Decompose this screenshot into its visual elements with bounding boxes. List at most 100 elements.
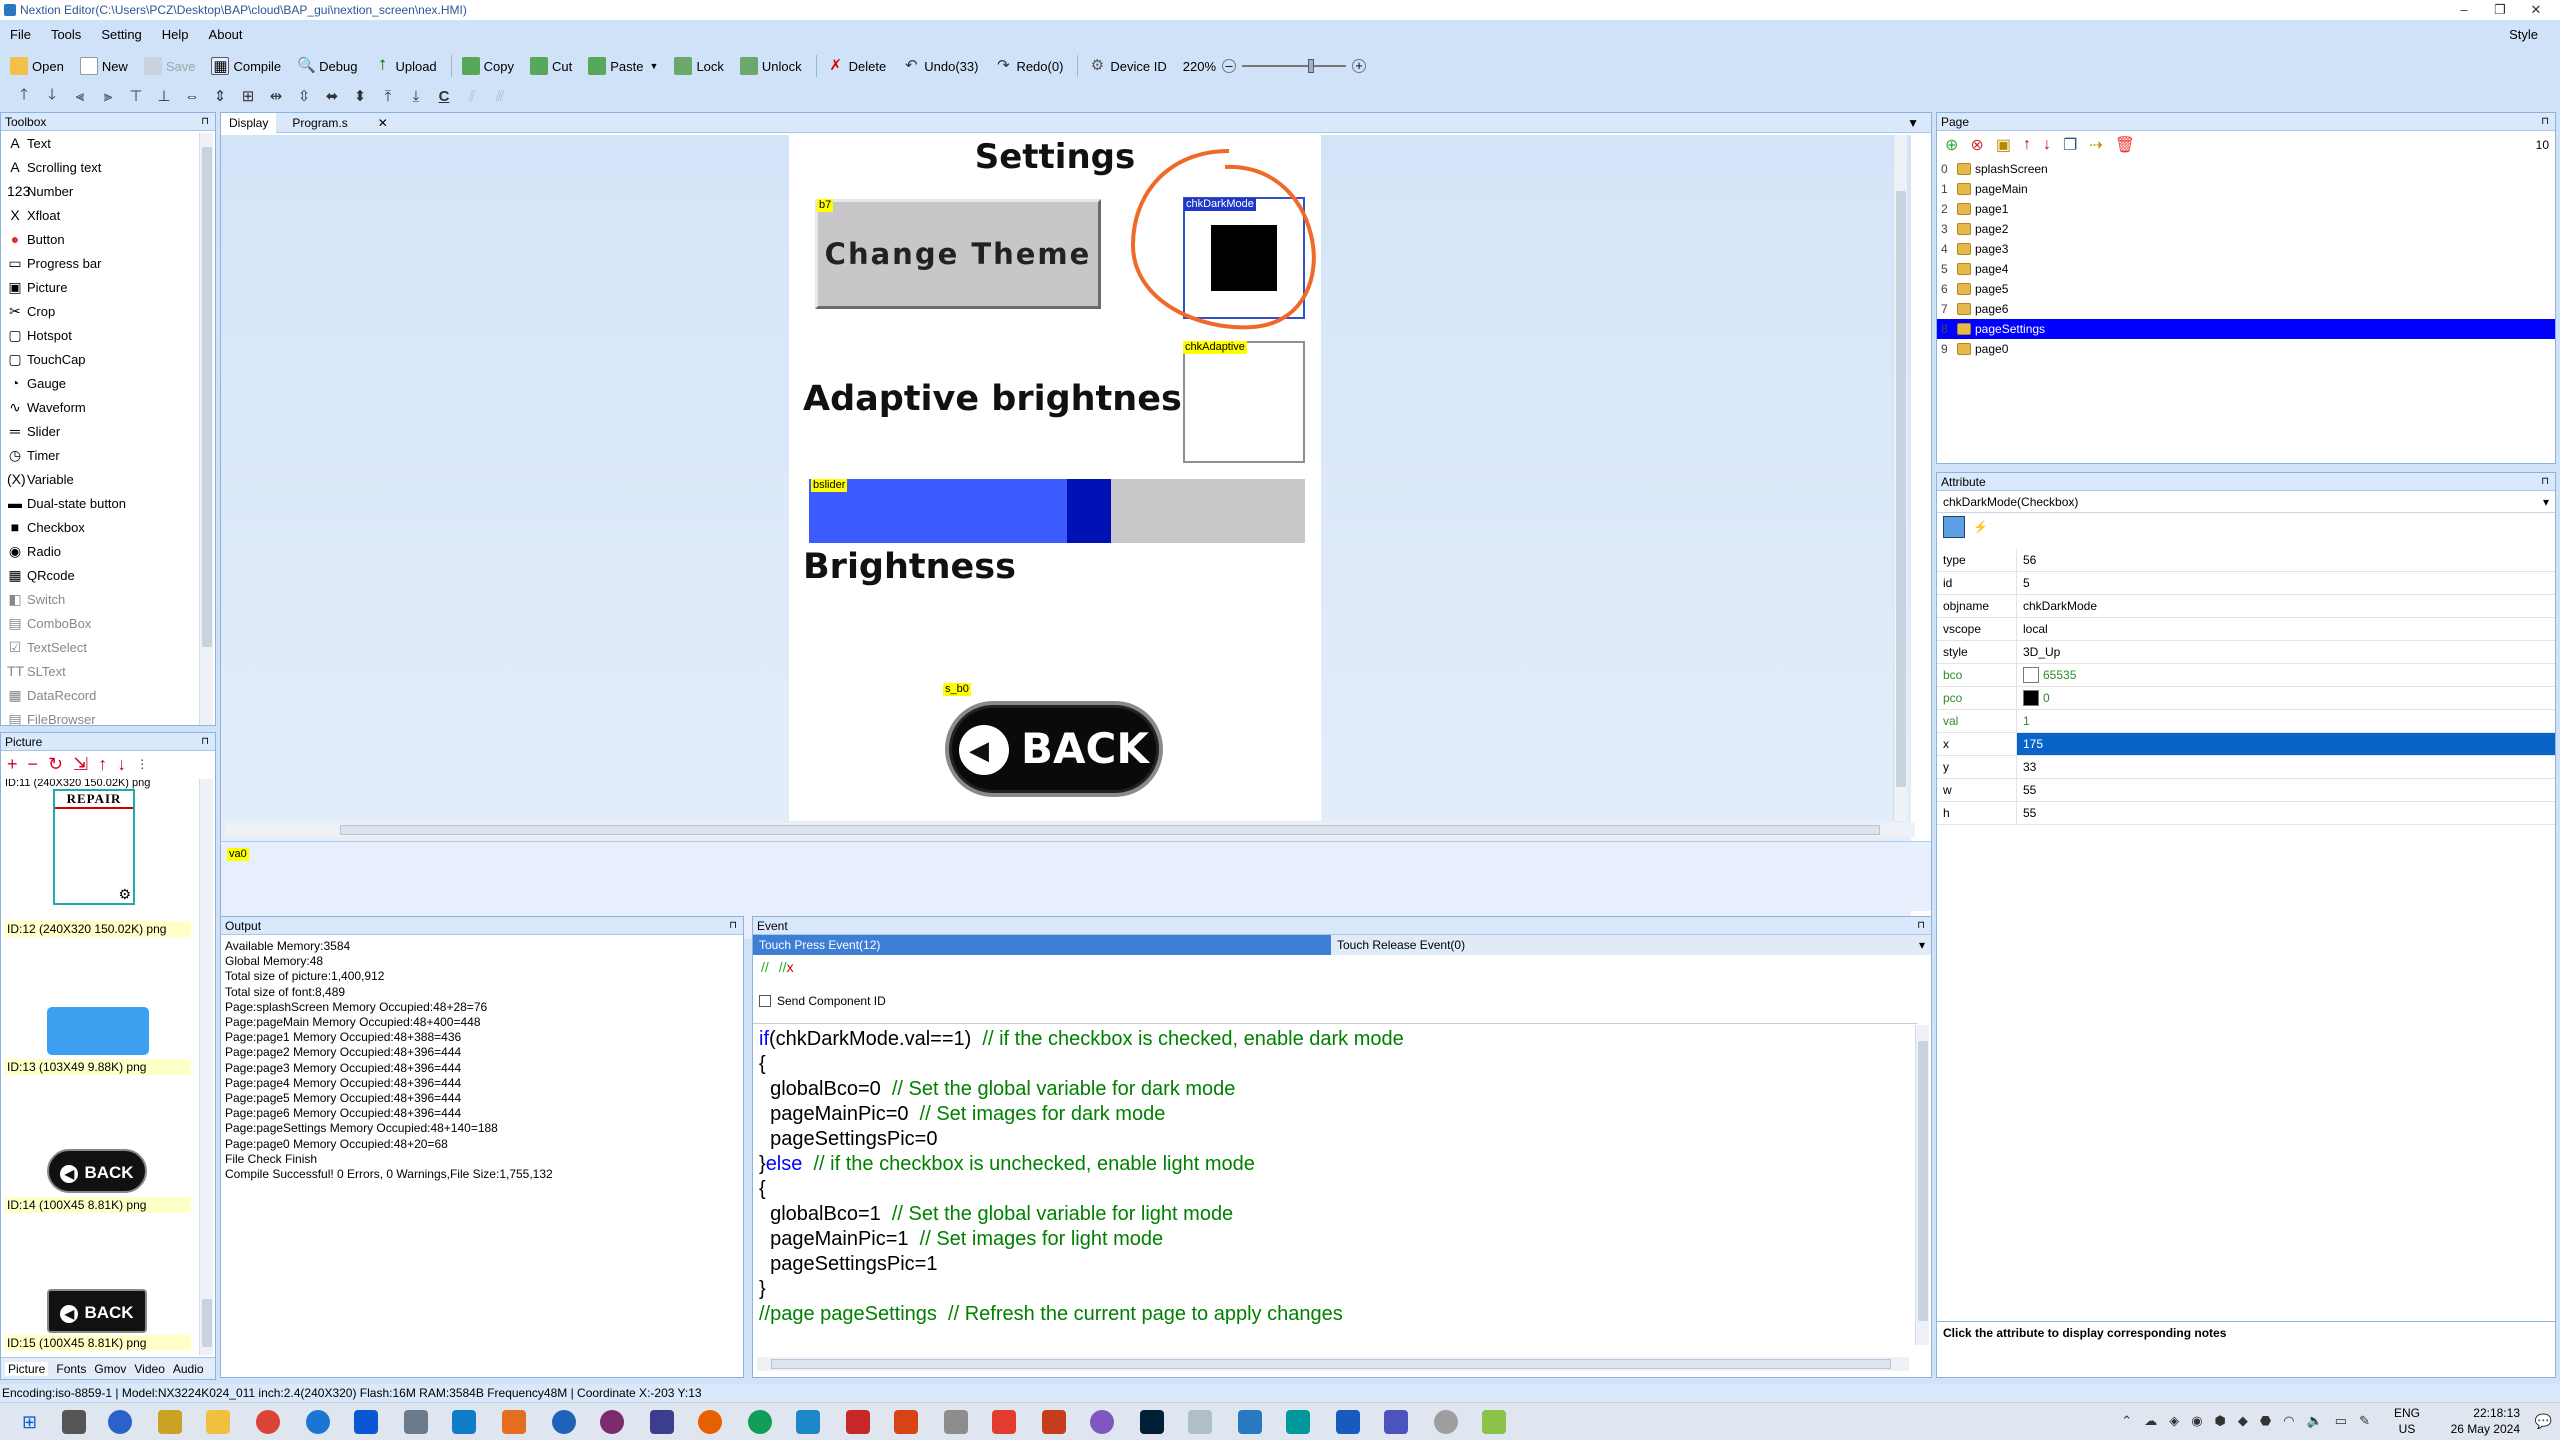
spacing-h-icon[interactable]: ⇹: [262, 87, 290, 105]
page-item[interactable]: 0 splashScreen: [1937, 159, 2555, 179]
toolbox-item-sltext[interactable]: TT SLText: [1, 659, 215, 683]
tab-gmov[interactable]: Gmov: [94, 1362, 126, 1376]
matlab-icon[interactable]: [502, 1410, 526, 1434]
toolbox-item-hotspot[interactable]: ▢ Hotspot: [1, 323, 215, 347]
windows-start-icon[interactable]: ⊞: [22, 1410, 46, 1434]
more-icon[interactable]: ⋮: [136, 757, 148, 771]
page-item[interactable]: 8 pageSettings: [1937, 319, 2555, 339]
toolbox-item-scrolling-text[interactable]: A Scrolling text: [1, 155, 215, 179]
picture-thumbnail[interactable]: REPAIR ⚙: [53, 789, 135, 905]
c-icon[interactable]: C: [430, 88, 458, 105]
acrobat-icon[interactable]: [846, 1410, 870, 1434]
align-down-icon[interactable]: 🡓: [38, 84, 66, 109]
import-page-icon[interactable]: ⇢: [2089, 135, 2102, 155]
tray-app-icon[interactable]: ◉: [2191, 1413, 2202, 1429]
uncomment-icon[interactable]: //x: [779, 959, 794, 975]
tab-fonts[interactable]: Fonts: [56, 1362, 86, 1376]
picture-id-label[interactable]: ID:13 (103X49 9.88K) png: [5, 1059, 191, 1075]
replace-picture-icon[interactable]: ↻: [48, 754, 63, 775]
align-left-icon[interactable]: ⫷: [66, 88, 94, 105]
same-size-icon[interactable]: ⊞: [234, 87, 262, 105]
taskbar-app-icon[interactable]: [552, 1410, 576, 1434]
attribute-value[interactable]: 65535: [2017, 664, 2555, 686]
dropdown-icon[interactable]: ▼: [1899, 113, 1927, 133]
toolbox-item-switch[interactable]: ◧ Switch: [1, 587, 215, 611]
toolbox-item-crop[interactable]: ✂ Crop: [1, 299, 215, 323]
taskbar-app-icon[interactable]: [452, 1410, 476, 1434]
attribute-row[interactable]: x 175: [1937, 733, 2555, 756]
taskbar-app-icon[interactable]: [992, 1410, 1016, 1434]
arduino-icon[interactable]: [1286, 1410, 1310, 1434]
send-component-id-checkbox[interactable]: [759, 995, 771, 1007]
page-item[interactable]: 6 page5: [1937, 279, 2555, 299]
same-width-icon[interactable]: ⇔: [178, 88, 206, 105]
attribute-value[interactable]: 175: [2017, 733, 2555, 755]
move-down-icon[interactable]: ↓: [2043, 136, 2051, 154]
toolbox-item-variable[interactable]: (X) Variable: [1, 467, 215, 491]
center-v-icon[interactable]: ⬍: [346, 87, 374, 105]
firefox-icon[interactable]: [698, 1410, 722, 1434]
teams-icon[interactable]: [1384, 1410, 1408, 1434]
attribute-value[interactable]: 55: [2017, 802, 2555, 824]
pin-icon[interactable]: ⊓: [2541, 113, 2549, 131]
close-icon[interactable]: ✕: [2520, 0, 2552, 20]
delete-page-icon[interactable]: ⊗: [1970, 135, 1983, 155]
move-down-icon[interactable]: ↓: [117, 754, 126, 775]
zoom-in-icon[interactable]: +: [1352, 59, 1367, 73]
tab-video[interactable]: Video: [134, 1362, 164, 1376]
copy-page-icon[interactable]: ❐: [2063, 135, 2077, 155]
clock[interactable]: 22:18:13 26 May 2024: [2451, 1405, 2520, 1437]
picture-scrollbar[interactable]: [199, 779, 213, 1355]
bring-front-icon[interactable]: ⤒: [374, 88, 402, 105]
toolbox-scrollbar[interactable]: [199, 133, 213, 725]
wifi-icon[interactable]: ◠: [2283, 1413, 2294, 1429]
attribute-value[interactable]: local: [2017, 618, 2555, 640]
pin-icon[interactable]: ⊓: [729, 917, 737, 935]
properties-icon[interactable]: [1943, 516, 1965, 538]
object-tag-va0[interactable]: va0: [227, 848, 249, 861]
toolbox-item-combobox[interactable]: ▤ ComboBox: [1, 611, 215, 635]
add-picture-icon[interactable]: +: [7, 754, 18, 775]
change-theme-button[interactable]: Change Theme: [815, 199, 1101, 309]
upload-button[interactable]: ⭡ Upload: [371, 53, 438, 79]
chrome-icon[interactable]: [256, 1410, 280, 1434]
remove-picture-icon[interactable]: −: [28, 754, 39, 775]
pen-icon[interactable]: ✎: [2359, 1413, 2370, 1429]
toolbox-item-button[interactable]: ● Button: [1, 227, 215, 251]
taskbar-app-icon[interactable]: [894, 1410, 918, 1434]
pin-icon[interactable]: ⊓: [2541, 473, 2549, 491]
send-back-icon[interactable]: ⤓: [402, 88, 430, 105]
color-swatch[interactable]: [2023, 690, 2039, 706]
slider-thumb[interactable]: [1067, 479, 1111, 543]
taskbar-app-icon[interactable]: [404, 1410, 428, 1434]
insert-page-icon[interactable]: ▣: [1996, 135, 2011, 155]
taskbar-app-icon[interactable]: [944, 1410, 968, 1434]
tray-app-icon[interactable]: ⬢: [2215, 1413, 2226, 1429]
volume-icon[interactable]: 🔈: [2307, 1413, 2323, 1429]
toolbox-item-slider[interactable]: ═ Slider: [1, 419, 215, 443]
spacing-v-icon[interactable]: ⇳: [290, 87, 318, 105]
add-page-icon[interactable]: ⊕: [1945, 135, 1958, 155]
attribute-row[interactable]: val 1: [1937, 710, 2555, 733]
taskbar-app-icon[interactable]: [1434, 1410, 1458, 1434]
taskbar-app-icon[interactable]: [1090, 1410, 1114, 1434]
cut-button[interactable]: Cut: [528, 53, 574, 79]
toolbox-item-dual-state-button[interactable]: ▬ Dual-state button: [1, 491, 215, 515]
word-icon[interactable]: [1336, 1410, 1360, 1434]
comment-icon[interactable]: //: [761, 959, 769, 975]
scroll-thumb[interactable]: [1896, 191, 1906, 787]
code-vertical-scrollbar[interactable]: [1915, 1025, 1929, 1345]
delete-button[interactable]: ✗ Delete: [825, 53, 889, 79]
tray-app-icon[interactable]: ☁: [2144, 1413, 2157, 1429]
toolbox-item-textselect[interactable]: ☑ TextSelect: [1, 635, 215, 659]
attribute-value[interactable]: 0: [2017, 687, 2555, 709]
chevron-up-icon[interactable]: ⌃: [2121, 1413, 2132, 1429]
style-menu[interactable]: Style: [2509, 24, 2538, 46]
menu-about[interactable]: About: [209, 27, 243, 42]
center-h-icon[interactable]: ⬌: [318, 87, 346, 105]
attribute-row[interactable]: pco 0: [1937, 687, 2555, 710]
redo-button[interactable]: ↷ Redo(0): [992, 53, 1065, 79]
pin-icon[interactable]: ⊓: [201, 113, 209, 131]
align-up-icon[interactable]: 🡑: [10, 84, 38, 109]
page-item[interactable]: 9 page0: [1937, 339, 2555, 359]
